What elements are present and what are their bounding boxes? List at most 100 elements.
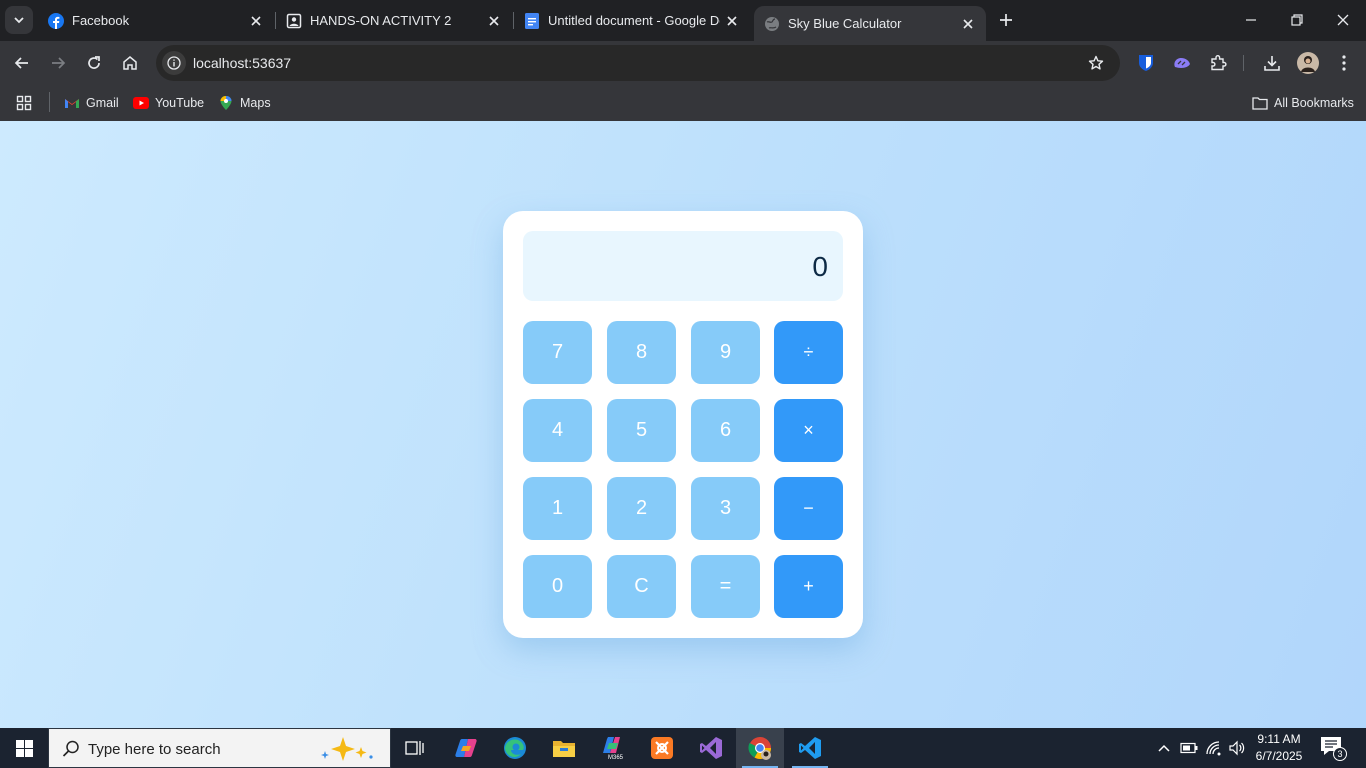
network-icon[interactable]: [1203, 728, 1225, 768]
key-equals[interactable]: =: [691, 555, 760, 618]
key-3[interactable]: 3: [691, 477, 760, 540]
close-icon[interactable]: [482, 9, 506, 33]
close-icon[interactable]: [720, 9, 744, 33]
copilot-icon: [455, 739, 477, 757]
chevron-down-icon: [14, 17, 24, 24]
notification-count-badge: 3: [1333, 747, 1347, 761]
bookmarks-bar: Gmail YouTube Maps All Bookmarks: [0, 85, 1366, 121]
clock-date: 6/7/2025: [1255, 749, 1303, 763]
calculator: 0 7 8 9 ÷ 4 5 6 × 1 2 3 − 0 C = +: [503, 211, 863, 638]
tab-search-button[interactable]: [5, 6, 33, 34]
windows-logo-icon: [15, 739, 33, 757]
bookmark-star-icon[interactable]: [1086, 53, 1106, 73]
close-icon: [1337, 14, 1349, 26]
xampp-icon: [651, 737, 673, 759]
start-button[interactable]: [0, 728, 48, 768]
plus-icon: [1000, 14, 1012, 26]
taskbar-chrome[interactable]: [736, 728, 784, 768]
restore-button[interactable]: [1274, 0, 1320, 40]
notification-center-button[interactable]: 3: [1320, 736, 1347, 762]
display-value: 0: [812, 251, 828, 282]
key-divide[interactable]: ÷: [774, 321, 843, 384]
taskbar-search-box[interactable]: Type here to search: [48, 728, 391, 768]
taskbar-clock[interactable]: 9:11 AM 6/7/2025: [1250, 731, 1308, 765]
bookmark-gmail[interactable]: Gmail: [64, 92, 119, 114]
edge-icon: [504, 737, 526, 759]
all-bookmarks-button[interactable]: All Bookmarks: [1252, 92, 1354, 114]
file-explorer-icon: [553, 741, 575, 757]
key-multiply[interactable]: ×: [774, 399, 843, 462]
key-clear[interactable]: C: [607, 555, 676, 618]
back-button[interactable]: [8, 49, 36, 77]
apps-grid-icon: [16, 95, 32, 111]
key-2[interactable]: 2: [607, 477, 676, 540]
key-9[interactable]: 9: [691, 321, 760, 384]
taskbar-visual-studio[interactable]: [687, 728, 735, 768]
taskbar-xampp[interactable]: [638, 728, 686, 768]
youtube-icon: [133, 95, 149, 111]
key-0[interactable]: 0: [523, 555, 592, 618]
all-bookmarks-label: All Bookmarks: [1274, 96, 1354, 110]
toolbar-divider: [1243, 55, 1244, 71]
close-icon[interactable]: [956, 12, 980, 36]
taskbar-copilot[interactable]: [442, 728, 490, 768]
bookmark-label: YouTube: [155, 96, 205, 110]
bookmark-maps[interactable]: Maps: [218, 92, 271, 114]
battery-icon[interactable]: [1178, 728, 1200, 768]
tab-sky-blue-calculator[interactable]: Sky Blue Calculator: [754, 6, 986, 41]
task-view-button[interactable]: [391, 728, 439, 768]
taskbar-file-explorer[interactable]: [540, 728, 588, 768]
site-info-icon[interactable]: [162, 51, 186, 75]
tab-google-docs[interactable]: Untitled document - Google Docs: [514, 0, 750, 41]
key-subtract[interactable]: −: [774, 477, 843, 540]
windows-taskbar: Type here to search M365 9:11 AM 6/7/202…: [0, 728, 1366, 768]
search-placeholder: Type here to search: [88, 741, 221, 758]
folder-icon: [1252, 95, 1268, 111]
close-window-button[interactable]: [1320, 0, 1366, 40]
visual-studio-icon: [700, 737, 722, 759]
minimize-button[interactable]: [1228, 0, 1274, 40]
apps-grid-button[interactable]: [16, 92, 38, 114]
key-6[interactable]: 6: [691, 399, 760, 462]
chrome-icon: [748, 737, 771, 760]
forward-button[interactable]: [44, 49, 72, 77]
key-4[interactable]: 4: [523, 399, 592, 462]
tab-title: Sky Blue Calculator: [788, 16, 902, 31]
arrow-right-icon: [52, 57, 66, 69]
restore-icon: [1291, 14, 1303, 26]
address-bar[interactable]: localhost:53637: [156, 45, 1120, 81]
close-icon[interactable]: [244, 9, 268, 33]
svg-text:M365: M365: [608, 755, 624, 761]
volume-icon[interactable]: [1226, 728, 1248, 768]
taskbar-microsoft-365[interactable]: M365: [589, 728, 637, 768]
tab-hands-on-activity[interactable]: HANDS-ON ACTIVITY 2: [276, 0, 512, 41]
home-button[interactable]: [116, 49, 144, 77]
key-5[interactable]: 5: [607, 399, 676, 462]
kebab-menu-icon[interactable]: [1332, 51, 1356, 75]
profile-avatar[interactable]: [1296, 51, 1320, 75]
bookmark-youtube[interactable]: YouTube: [133, 92, 204, 114]
browser-toolbar: localhost:53637: [0, 41, 1366, 85]
tab-facebook[interactable]: Facebook: [38, 0, 274, 41]
extensions-puzzle-icon[interactable]: [1206, 51, 1230, 75]
key-8[interactable]: 8: [607, 321, 676, 384]
taskbar-vscode[interactable]: [786, 728, 834, 768]
download-icon[interactable]: [1260, 51, 1284, 75]
bookmark-label: Gmail: [86, 96, 119, 110]
extension-cloud-icon[interactable]: [1170, 51, 1194, 75]
arrow-left-icon: [14, 57, 28, 69]
reload-button[interactable]: [80, 49, 108, 77]
taskbar-edge[interactable]: [491, 728, 539, 768]
home-icon: [123, 56, 137, 70]
clock-time: 9:11 AM: [1257, 732, 1301, 746]
tab-title: Facebook: [72, 13, 130, 28]
maps-icon: [218, 95, 234, 111]
key-1[interactable]: 1: [523, 477, 592, 540]
key-add[interactable]: +: [774, 555, 843, 618]
bitwarden-extension-icon[interactable]: [1134, 51, 1158, 75]
new-tab-button[interactable]: [994, 8, 1018, 32]
show-hidden-icons-button[interactable]: [1154, 728, 1174, 768]
key-7[interactable]: 7: [523, 321, 592, 384]
task-view-icon: [405, 741, 424, 755]
address-text[interactable]: localhost:53637: [193, 55, 291, 71]
